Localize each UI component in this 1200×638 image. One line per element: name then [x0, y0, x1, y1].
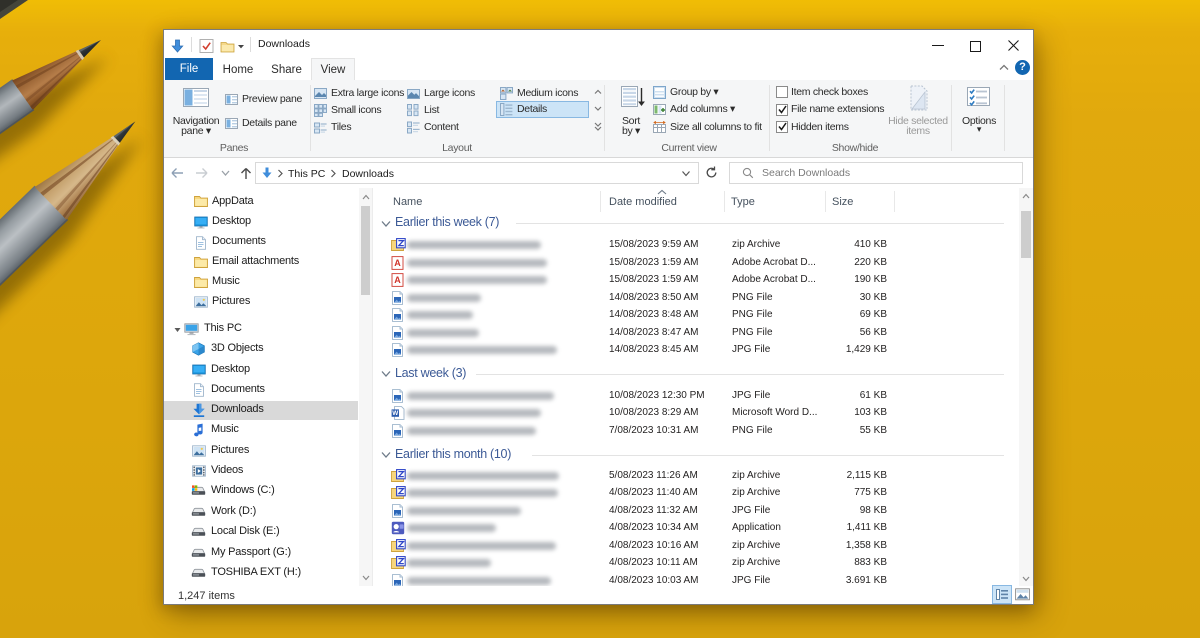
- svg-text:W: W: [392, 411, 399, 418]
- svg-text:A: A: [394, 258, 401, 268]
- svg-text:A: A: [394, 275, 401, 285]
